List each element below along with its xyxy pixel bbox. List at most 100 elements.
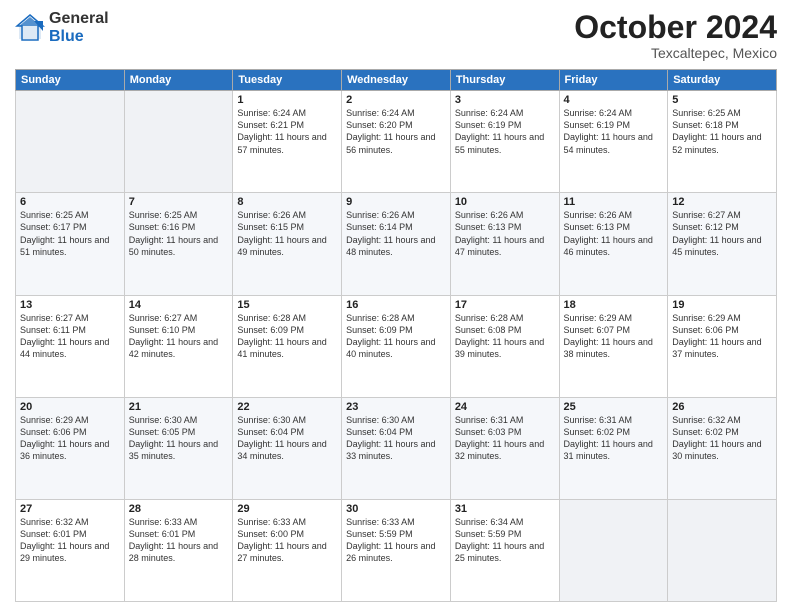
cell-info: Sunrise: 6:34 AMSunset: 5:59 PMDaylight:… xyxy=(455,516,555,565)
cell-info: Sunrise: 6:25 AMSunset: 6:17 PMDaylight:… xyxy=(20,209,120,258)
cell-info: Sunrise: 6:29 AMSunset: 6:06 PMDaylight:… xyxy=(672,312,772,361)
header-monday: Monday xyxy=(124,70,233,91)
cell-info: Sunrise: 6:24 AMSunset: 6:20 PMDaylight:… xyxy=(346,107,446,156)
table-row: 25Sunrise: 6:31 AMSunset: 6:02 PMDayligh… xyxy=(559,397,668,499)
table-row: 28Sunrise: 6:33 AMSunset: 6:01 PMDayligh… xyxy=(124,499,233,601)
table-row: 6Sunrise: 6:25 AMSunset: 6:17 PMDaylight… xyxy=(16,193,125,295)
cell-info: Sunrise: 6:26 AMSunset: 6:15 PMDaylight:… xyxy=(237,209,337,258)
logo-blue-text: Blue xyxy=(49,28,109,46)
cell-info: Sunrise: 6:30 AMSunset: 6:04 PMDaylight:… xyxy=(346,414,446,463)
cell-info: Sunrise: 6:26 AMSunset: 6:13 PMDaylight:… xyxy=(455,209,555,258)
table-row: 2Sunrise: 6:24 AMSunset: 6:20 PMDaylight… xyxy=(342,91,451,193)
cell-info: Sunrise: 6:31 AMSunset: 6:03 PMDaylight:… xyxy=(455,414,555,463)
day-number: 28 xyxy=(129,503,229,515)
day-number: 30 xyxy=(346,503,446,515)
cell-info: Sunrise: 6:28 AMSunset: 6:08 PMDaylight:… xyxy=(455,312,555,361)
day-number: 15 xyxy=(237,299,337,311)
day-number: 21 xyxy=(129,401,229,413)
table-row: 15Sunrise: 6:28 AMSunset: 6:09 PMDayligh… xyxy=(233,295,342,397)
day-number: 31 xyxy=(455,503,555,515)
table-row: 4Sunrise: 6:24 AMSunset: 6:19 PMDaylight… xyxy=(559,91,668,193)
calendar-week-row-4: 27Sunrise: 6:32 AMSunset: 6:01 PMDayligh… xyxy=(16,499,777,601)
day-number: 18 xyxy=(564,299,664,311)
logo-icon xyxy=(15,13,45,43)
cell-info: Sunrise: 6:27 AMSunset: 6:12 PMDaylight:… xyxy=(672,209,772,258)
day-number: 14 xyxy=(129,299,229,311)
day-number: 25 xyxy=(564,401,664,413)
day-number: 27 xyxy=(20,503,120,515)
cell-info: Sunrise: 6:26 AMSunset: 6:14 PMDaylight:… xyxy=(346,209,446,258)
table-row: 9Sunrise: 6:26 AMSunset: 6:14 PMDaylight… xyxy=(342,193,451,295)
table-row: 24Sunrise: 6:31 AMSunset: 6:03 PMDayligh… xyxy=(450,397,559,499)
day-number: 8 xyxy=(237,196,337,208)
logo-text: General Blue xyxy=(49,10,109,45)
cell-info: Sunrise: 6:30 AMSunset: 6:05 PMDaylight:… xyxy=(129,414,229,463)
table-row: 1Sunrise: 6:24 AMSunset: 6:21 PMDaylight… xyxy=(233,91,342,193)
calendar-week-row-2: 13Sunrise: 6:27 AMSunset: 6:11 PMDayligh… xyxy=(16,295,777,397)
day-number: 9 xyxy=(346,196,446,208)
table-row: 26Sunrise: 6:32 AMSunset: 6:02 PMDayligh… xyxy=(668,397,777,499)
cell-info: Sunrise: 6:24 AMSunset: 6:19 PMDaylight:… xyxy=(564,107,664,156)
cell-info: Sunrise: 6:26 AMSunset: 6:13 PMDaylight:… xyxy=(564,209,664,258)
table-row: 16Sunrise: 6:28 AMSunset: 6:09 PMDayligh… xyxy=(342,295,451,397)
header-friday: Friday xyxy=(559,70,668,91)
cell-info: Sunrise: 6:31 AMSunset: 6:02 PMDaylight:… xyxy=(564,414,664,463)
day-number: 19 xyxy=(672,299,772,311)
day-number: 24 xyxy=(455,401,555,413)
day-number: 16 xyxy=(346,299,446,311)
table-row: 13Sunrise: 6:27 AMSunset: 6:11 PMDayligh… xyxy=(16,295,125,397)
day-number: 20 xyxy=(20,401,120,413)
table-row xyxy=(124,91,233,193)
cell-info: Sunrise: 6:33 AMSunset: 6:00 PMDaylight:… xyxy=(237,516,337,565)
calendar-week-row-1: 6Sunrise: 6:25 AMSunset: 6:17 PMDaylight… xyxy=(16,193,777,295)
title-location: Texcaltepec, Mexico xyxy=(574,45,777,61)
day-number: 10 xyxy=(455,196,555,208)
day-number: 5 xyxy=(672,94,772,106)
table-row: 21Sunrise: 6:30 AMSunset: 6:05 PMDayligh… xyxy=(124,397,233,499)
day-number: 3 xyxy=(455,94,555,106)
table-row: 7Sunrise: 6:25 AMSunset: 6:16 PMDaylight… xyxy=(124,193,233,295)
day-number: 6 xyxy=(20,196,120,208)
cell-info: Sunrise: 6:25 AMSunset: 6:18 PMDaylight:… xyxy=(672,107,772,156)
table-row: 17Sunrise: 6:28 AMSunset: 6:08 PMDayligh… xyxy=(450,295,559,397)
title-month: October 2024 xyxy=(574,10,777,45)
cell-info: Sunrise: 6:33 AMSunset: 6:01 PMDaylight:… xyxy=(129,516,229,565)
table-row: 3Sunrise: 6:24 AMSunset: 6:19 PMDaylight… xyxy=(450,91,559,193)
day-number: 12 xyxy=(672,196,772,208)
table-row: 23Sunrise: 6:30 AMSunset: 6:04 PMDayligh… xyxy=(342,397,451,499)
day-number: 22 xyxy=(237,401,337,413)
day-number: 11 xyxy=(564,196,664,208)
table-row: 20Sunrise: 6:29 AMSunset: 6:06 PMDayligh… xyxy=(16,397,125,499)
table-row: 10Sunrise: 6:26 AMSunset: 6:13 PMDayligh… xyxy=(450,193,559,295)
table-row: 5Sunrise: 6:25 AMSunset: 6:18 PMDaylight… xyxy=(668,91,777,193)
cell-info: Sunrise: 6:28 AMSunset: 6:09 PMDaylight:… xyxy=(237,312,337,361)
header-sunday: Sunday xyxy=(16,70,125,91)
page: General Blue October 2024 Texcaltepec, M… xyxy=(0,0,792,612)
table-row xyxy=(668,499,777,601)
header-thursday: Thursday xyxy=(450,70,559,91)
day-number: 17 xyxy=(455,299,555,311)
logo: General Blue xyxy=(15,10,109,45)
cell-info: Sunrise: 6:32 AMSunset: 6:01 PMDaylight:… xyxy=(20,516,120,565)
table-row: 22Sunrise: 6:30 AMSunset: 6:04 PMDayligh… xyxy=(233,397,342,499)
table-row: 14Sunrise: 6:27 AMSunset: 6:10 PMDayligh… xyxy=(124,295,233,397)
calendar-week-row-0: 1Sunrise: 6:24 AMSunset: 6:21 PMDaylight… xyxy=(16,91,777,193)
table-row: 27Sunrise: 6:32 AMSunset: 6:01 PMDayligh… xyxy=(16,499,125,601)
cell-info: Sunrise: 6:33 AMSunset: 5:59 PMDaylight:… xyxy=(346,516,446,565)
day-number: 29 xyxy=(237,503,337,515)
cell-info: Sunrise: 6:27 AMSunset: 6:11 PMDaylight:… xyxy=(20,312,120,361)
calendar-table: Sunday Monday Tuesday Wednesday Thursday… xyxy=(15,69,777,602)
cell-info: Sunrise: 6:24 AMSunset: 6:19 PMDaylight:… xyxy=(455,107,555,156)
day-number: 26 xyxy=(672,401,772,413)
header-saturday: Saturday xyxy=(668,70,777,91)
day-number: 7 xyxy=(129,196,229,208)
cell-info: Sunrise: 6:28 AMSunset: 6:09 PMDaylight:… xyxy=(346,312,446,361)
table-row: 30Sunrise: 6:33 AMSunset: 5:59 PMDayligh… xyxy=(342,499,451,601)
title-block: October 2024 Texcaltepec, Mexico xyxy=(574,10,777,61)
cell-info: Sunrise: 6:27 AMSunset: 6:10 PMDaylight:… xyxy=(129,312,229,361)
table-row: 12Sunrise: 6:27 AMSunset: 6:12 PMDayligh… xyxy=(668,193,777,295)
cell-info: Sunrise: 6:29 AMSunset: 6:06 PMDaylight:… xyxy=(20,414,120,463)
table-row: 11Sunrise: 6:26 AMSunset: 6:13 PMDayligh… xyxy=(559,193,668,295)
table-row xyxy=(16,91,125,193)
calendar-week-row-3: 20Sunrise: 6:29 AMSunset: 6:06 PMDayligh… xyxy=(16,397,777,499)
